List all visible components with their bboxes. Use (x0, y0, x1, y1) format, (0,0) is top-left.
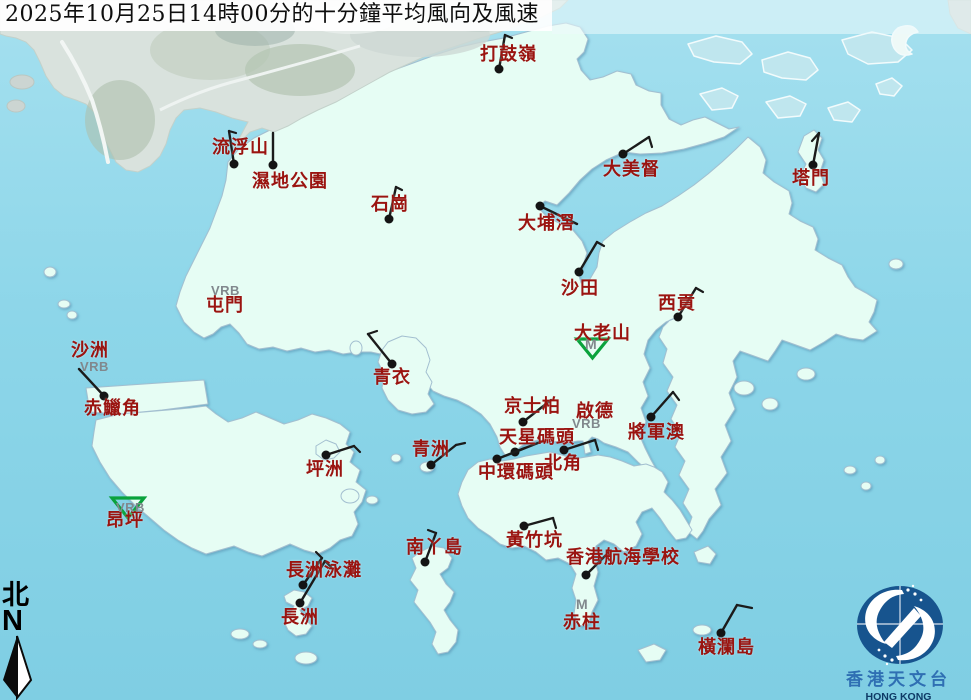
station-dot-wetland-park (269, 161, 278, 170)
station-label-cheung-chau: 長洲 (281, 609, 319, 627)
station-dot-tai-mei-tuk (619, 150, 628, 159)
station-dot-tseung-kwan-o (647, 413, 656, 422)
station-label-tates-cairn: 大老山 (574, 325, 631, 343)
island-ma-wan (350, 341, 362, 355)
station-dot-lau-fau-shan (230, 160, 239, 169)
station-aux-kai-tak: VRB (572, 417, 601, 430)
station-label-waglan-island: 橫瀾島 (698, 639, 755, 657)
island-hei-ling-chau (341, 489, 359, 503)
station-label-tseung-kwan-o: 將軍澳 (628, 424, 685, 442)
station-dot-sha-tin (575, 268, 584, 277)
logo-chinese-text: 香港天文台 (826, 672, 971, 689)
island-waglan (693, 625, 711, 635)
station-aux-sha-chau: VRB (80, 360, 109, 373)
station-label-stanley: 赤柱 (563, 614, 601, 632)
station-dot-shek-kong (385, 215, 394, 224)
station-dot-lamma-island (421, 558, 430, 567)
station-label-kings-park: 京士柏 (504, 398, 561, 416)
wind-map-screen: 2025年10月25日14時00分的十分鐘平均風向及風速 打鼓嶺流浮山濕地公園石… (0, 0, 971, 700)
station-label-sha-tin: 沙田 (561, 280, 599, 298)
station-aux-tates-cairn: M (585, 337, 597, 351)
station-label-tai-po-kau: 大埔滘 (518, 215, 575, 233)
station-label-lamma-island: 南丫島 (406, 539, 463, 557)
station-dot-ta-kwu-ling (495, 65, 504, 74)
top-haze-band (552, 0, 971, 34)
station-label-tap-mun: 塔門 (792, 170, 830, 188)
station-aux-stanley: M (576, 597, 588, 611)
station-label-wetland-park: 濕地公園 (252, 173, 328, 191)
station-label-wong-chuk-hang: 黃竹坑 (506, 532, 563, 550)
station-aux-tuen-mun: VRB (211, 284, 240, 297)
station-label-hk-sea-school: 香港航海學校 (566, 549, 680, 567)
station-label-sha-chau: 沙洲 (71, 342, 109, 360)
map-title: 2025年10月25日14時00分的十分鐘平均風向及風速 (0, 0, 552, 31)
station-label-tai-mei-tuk: 大美督 (603, 161, 660, 179)
station-label-sai-kung: 西貢 (658, 295, 696, 313)
station-dot-kings-park (519, 418, 528, 427)
station-dot-green-island (427, 461, 436, 470)
station-dot-hk-sea-school (582, 571, 591, 580)
station-label-north-point: 北角 (544, 455, 582, 473)
station-label-central-pier: 中環碼頭 (478, 464, 554, 482)
station-label-cheung-chau-beach: 長洲泳灘 (286, 562, 362, 580)
station-aux-ngong-ping: VRB (116, 501, 145, 514)
hko-logo: 香港天文台 HONG KONG OBSERVATORY (826, 578, 971, 700)
station-dot-tai-po-kau (536, 202, 545, 211)
station-label-star-ferry: 天星碼頭 (499, 429, 575, 447)
station-label-lau-fau-shan: 流浮山 (212, 139, 269, 157)
station-label-ta-kwu-ling: 打鼓嶺 (480, 46, 537, 64)
station-label-shek-kong: 石崗 (371, 196, 409, 214)
north-letter-label: N (2, 609, 38, 634)
station-label-tsing-yi: 青衣 (373, 369, 411, 387)
compass: 北 N (2, 582, 38, 634)
station-label-chek-lap-kok: 赤鱲角 (84, 400, 141, 418)
logo-english-text: HONG KONG OBSERVATORY (826, 692, 971, 700)
station-label-green-island: 青洲 (412, 441, 450, 459)
station-dot-cheung-chau-beach (299, 581, 308, 590)
station-label-peng-chau: 坪洲 (306, 461, 344, 479)
station-label-tuen-mun: 屯門 (206, 297, 244, 315)
